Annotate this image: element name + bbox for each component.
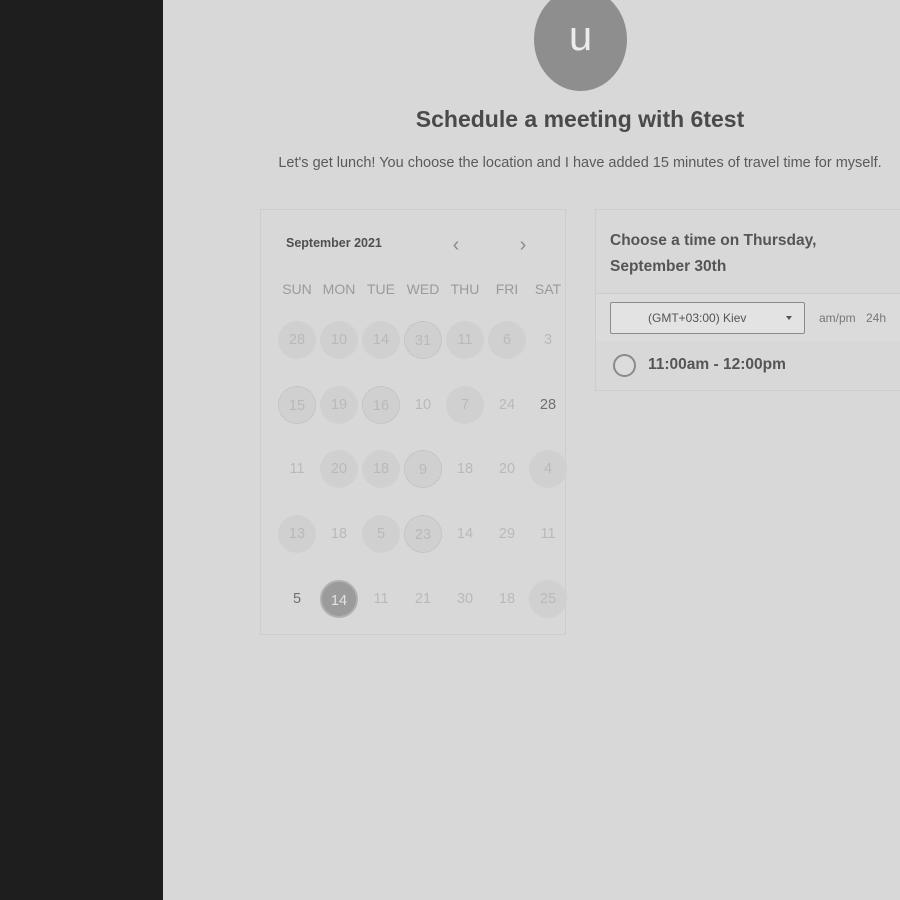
weekday-label: TUE: [367, 281, 395, 297]
calendar-day[interactable]: 6: [488, 321, 526, 359]
page-title: Schedule a meeting with 6test: [415, 106, 745, 132]
calendar-day: 10: [414, 397, 432, 413]
calendar-day[interactable]: 13: [278, 515, 316, 553]
calendar-day[interactable]: 25: [529, 580, 567, 618]
format-ampm-toggle[interactable]: am/pm: [819, 311, 856, 325]
calendar-day[interactable]: 5: [362, 515, 400, 553]
calendar-card: [260, 209, 566, 635]
heading-line: September 30th: [610, 258, 727, 275]
calendar-day[interactable]: 23: [404, 515, 442, 553]
calendar-day[interactable]: 15: [278, 386, 316, 424]
calendar-day[interactable]: 28: [529, 386, 567, 424]
time-slot-label[interactable]: 11:00am - 12:00pm: [648, 356, 786, 374]
calendar-day: 11: [289, 461, 305, 477]
chevron-right-icon[interactable]: ›: [513, 234, 533, 257]
calendar-day: 14: [456, 526, 474, 542]
heading-line: Choose a time on Thursday,: [610, 232, 817, 249]
calendar-day-selected[interactable]: 14: [320, 580, 358, 618]
calendar-day: 29: [498, 526, 516, 542]
calendar-day[interactable]: 11: [446, 321, 484, 359]
format-24h-toggle[interactable]: 24h: [866, 311, 886, 325]
timezone-select[interactable]: (GMT+03:00) Kiev: [610, 302, 805, 334]
page-description: Let's get lunch! You choose the location…: [278, 155, 882, 171]
calendar-day: 18: [498, 591, 516, 607]
caret-down-icon: [786, 316, 792, 320]
calendar-day[interactable]: 19: [320, 386, 358, 424]
calendar-day: 18: [456, 461, 474, 477]
calendar-day[interactable]: 5: [278, 580, 316, 618]
time-slot-radio[interactable]: [613, 354, 636, 377]
calendar-day[interactable]: 20: [320, 450, 358, 488]
calendar-day[interactable]: 9: [404, 450, 442, 488]
calendar-day: 11: [373, 591, 389, 607]
calendar-day: 24: [498, 397, 516, 413]
calendar-day[interactable]: 14: [362, 321, 400, 359]
calendar-day[interactable]: 4: [529, 450, 567, 488]
calendar-day[interactable]: 10: [320, 321, 358, 359]
calendar-day: 18: [330, 526, 348, 542]
weekday-label: WED: [406, 281, 440, 297]
weekday-label: MON: [322, 281, 356, 297]
left-sidebar: [0, 0, 163, 900]
calendar-day: 3: [543, 332, 553, 348]
weekday-label: THU: [450, 281, 480, 297]
calendar-day: 11: [540, 526, 556, 542]
calendar-day: 30: [456, 591, 474, 607]
calendar-day[interactable]: 18: [362, 450, 400, 488]
calendar-day[interactable]: 31: [404, 321, 442, 359]
chevron-left-icon[interactable]: ‹: [446, 234, 466, 257]
calendar-day[interactable]: 28: [278, 321, 316, 359]
calendar-day[interactable]: 16: [362, 386, 400, 424]
weekday-label: SAT: [534, 281, 562, 297]
calendar-day[interactable]: 7: [446, 386, 484, 424]
calendar-day: 20: [498, 461, 516, 477]
weekday-label: SUN: [282, 281, 312, 297]
month-label: September 2021: [286, 236, 382, 250]
calendar-day: 21: [414, 591, 432, 607]
time-picker-heading: Choose a time on Thursday, September 30t…: [610, 228, 850, 280]
weekday-label: FRI: [495, 281, 519, 297]
